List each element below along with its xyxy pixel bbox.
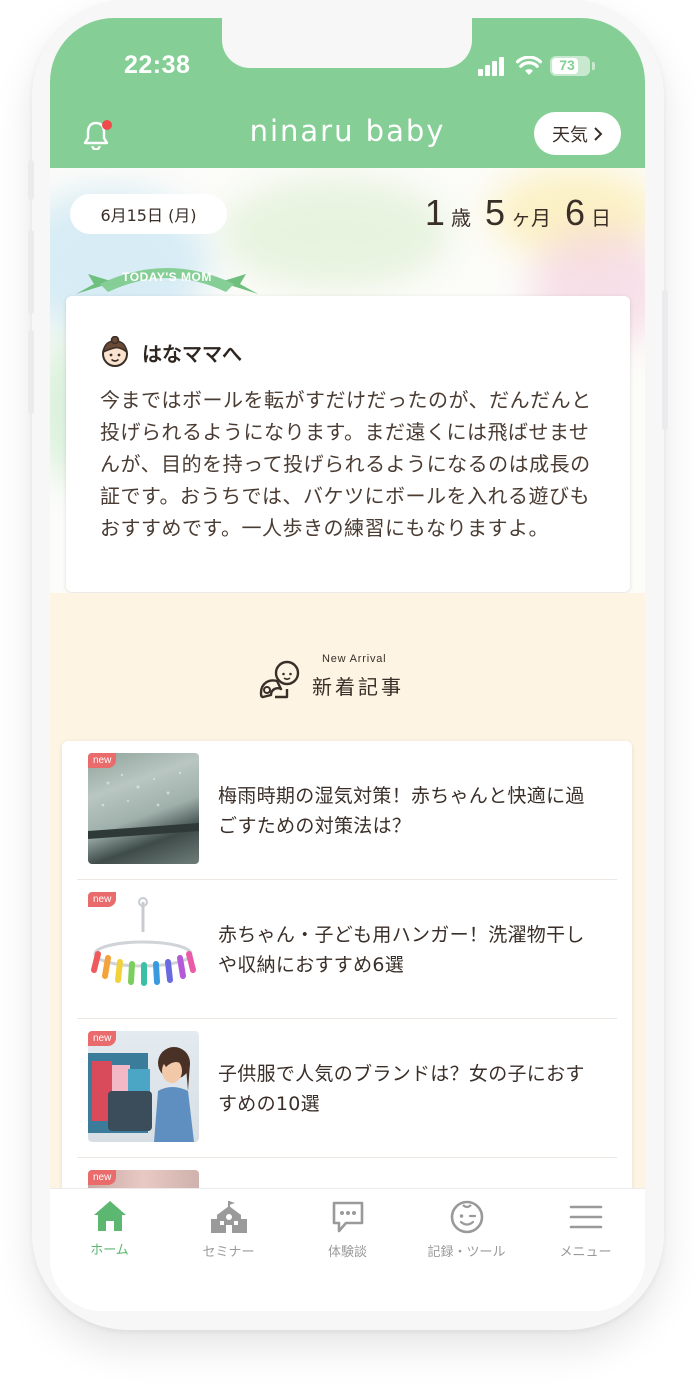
tab-home[interactable]: ホーム [50, 1199, 169, 1269]
age-months-unit: ヶ月 [510, 206, 551, 230]
new-arrivals-heading: New Arrival 新着記事 [50, 653, 645, 713]
status-time: 22:38 [124, 51, 191, 79]
mom-message-body: 今まではボールを転がすだけだったのが、だんだんと投げられるようになります。まだ遠… [100, 388, 592, 540]
today-section: 6月15日 (月) 1 歳 5 ヶ月 6 日 はなママへ 今まではボールを転がす… [50, 168, 645, 598]
new-badge: new [88, 1031, 117, 1046]
article-thumbnail: new [88, 892, 199, 1003]
article-title: 子供服で人気のブランドは？女の子におすすめの10選 [218, 1063, 585, 1115]
age-years: 1 [424, 192, 445, 233]
age-years-unit: 歳 [450, 206, 471, 230]
date-badge: 6月15日 (月) [70, 194, 227, 234]
bottom-tab-bar: ホーム セミナー 体験談 記録・ツール メニュー [50, 1188, 645, 1311]
camera-notch [222, 18, 472, 68]
crawling-baby-icon [259, 660, 300, 699]
mute-switch [28, 160, 34, 200]
volume-down-button [28, 330, 34, 414]
article-item[interactable]: new 子供服で人気のブランドは？女の子におすすめの10選 [77, 1019, 617, 1158]
new-arrivals-subtitle: New Arrival [322, 653, 387, 665]
new-arrivals-title: 新着記事 [312, 675, 404, 699]
app-screen: 22:38 73 ninaru baby 天気 6月15日 (月) 1 歳 5 … [50, 18, 645, 1311]
mom-message-header: はなママへ [100, 336, 242, 368]
battery-percent: 73 [559, 57, 575, 73]
article-thumbnail: new [88, 1031, 199, 1142]
article-title: 赤ちゃん・子ども用ハンガー！洗濯物干しや収納におすすめ6選 [218, 924, 585, 976]
ribbon-label: TODAY'S MOM [122, 270, 212, 284]
tab-records-tools-label: 記録・ツール [427, 1245, 506, 1260]
age-days-unit: 日 [591, 206, 611, 230]
age-days: 6 [564, 192, 585, 233]
battery-icon: 73 [550, 56, 590, 76]
new-arrivals-section: New Arrival 新着記事 new 梅雨時期の湿気対策！赤ちゃんと快適に過… [50, 593, 645, 1201]
power-button [662, 290, 668, 430]
app-header: 22:38 73 ninaru baby 天気 [50, 18, 645, 168]
new-badge: new [88, 892, 117, 907]
wifi-icon [516, 56, 542, 75]
tab-menu-label: メニュー [559, 1245, 612, 1260]
battery-cap [592, 62, 595, 70]
tab-seminar-label: セミナー [202, 1245, 255, 1260]
age-months: 5 [484, 192, 505, 233]
tab-experiences[interactable]: 体験談 [288, 1199, 407, 1269]
weather-button[interactable]: 天気 [534, 112, 621, 155]
chat-bubble-icon [332, 1201, 363, 1233]
baby-age: 1 歳 5 ヶ月 6 日 [425, 192, 611, 234]
article-list: new 梅雨時期の湿気対策！赤ちゃんと快適に過ごすための対策法は？ new 赤ち… [62, 741, 632, 1201]
volume-up-button [28, 230, 34, 314]
mom-message-card: はなママへ 今まではボールを転がすだけだったのが、だんだんと投げられるようになり… [66, 296, 630, 592]
mom-message-title: はなママへ [142, 341, 242, 366]
todays-mom-ribbon: TODAY'S MOM [74, 258, 260, 300]
chevron-right-icon [594, 126, 603, 141]
mama-face-icon [102, 336, 128, 367]
new-badge: new [88, 753, 117, 768]
status-icons: 73 [478, 56, 598, 80]
article-thumbnail: new [88, 753, 199, 864]
article-title: 梅雨時期の湿気対策！赤ちゃんと快適に過ごすための対策法は？ [218, 785, 585, 837]
tab-experiences-label: 体験談 [327, 1245, 367, 1260]
new-badge: new [88, 1170, 117, 1185]
signal-icon [478, 56, 508, 76]
article-item[interactable]: new 赤ちゃん・子ども用ハンガー！洗濯物干しや収納におすすめ6選 [77, 880, 617, 1019]
menu-icon [569, 1205, 602, 1229]
tab-home-label: ホーム [90, 1243, 129, 1258]
school-icon [210, 1201, 247, 1233]
weather-button-label: 天気 [552, 124, 588, 146]
tab-seminar[interactable]: セミナー [169, 1199, 288, 1269]
tab-menu[interactable]: メニュー [526, 1199, 645, 1269]
baby-face-icon [450, 1200, 483, 1234]
tab-records-tools[interactable]: 記録・ツール [407, 1199, 526, 1269]
article-item[interactable]: new 梅雨時期の湿気対策！赤ちゃんと快適に過ごすための対策法は？ [77, 741, 617, 880]
home-icon [93, 1201, 126, 1231]
